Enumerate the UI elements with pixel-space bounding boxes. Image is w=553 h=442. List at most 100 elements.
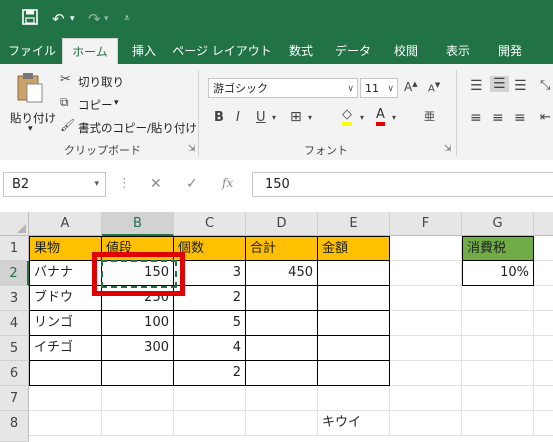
cell-e2[interactable] [318,261,390,286]
tab-home[interactable]: ホーム [62,38,118,65]
cell-c6[interactable]: 2 [174,361,246,386]
borders-icon[interactable]: ⊞ [290,109,302,125]
font-name-dropdown[interactable]: 游ゴシック ∨ [208,78,358,98]
tab-developer[interactable]: 開発 [488,38,532,64]
cell-d1[interactable]: 合計 [246,236,318,261]
column-header-g[interactable]: G [462,212,534,236]
align-left-icon[interactable]: ≡ [470,110,482,126]
cell-f1[interactable] [390,236,462,261]
cell-c4[interactable]: 5 [174,311,246,336]
undo-icon[interactable]: ↶ [52,9,65,29]
fill-color-icon[interactable]: ◇ [342,108,352,126]
cell-e8[interactable]: キウイ [318,411,390,436]
align-top-icon[interactable]: ☰ [470,78,483,94]
cell-d7[interactable] [246,386,318,411]
tab-view[interactable]: 表示 [436,38,480,64]
row-header-2[interactable]: 2 [0,261,29,286]
copy-icon[interactable]: ⧉ [60,95,69,110]
cell-f8[interactable] [390,411,462,436]
cut-button[interactable]: 切り取り [78,74,124,90]
cell-f2[interactable] [390,261,462,286]
cell-e1[interactable]: 金額 [318,236,390,261]
cell-h6[interactable] [534,361,553,386]
cancel-icon[interactable]: ✕ [150,176,162,192]
paste-button-label[interactable]: 貼り付け [10,110,56,126]
cell-f5[interactable] [390,336,462,361]
format-painter-icon[interactable]: 🖌 [60,118,75,132]
copy-dropdown-icon[interactable]: ▾ [114,98,119,108]
cell-e4[interactable] [318,311,390,336]
row-header-8[interactable]: 8 [0,411,29,442]
cell-e7[interactable] [318,386,390,411]
cell-f7[interactable] [390,386,462,411]
clipboard-launcher-icon[interactable]: ⇲ [188,144,196,154]
column-header-e[interactable]: E [318,212,390,236]
cell-f4[interactable] [390,311,462,336]
cut-icon[interactable]: ✂ [60,72,71,87]
cell-b4[interactable]: 100 [102,311,174,336]
align-right-icon[interactable]: ≡ [514,110,526,126]
align-center-icon[interactable]: ≡ [492,110,504,126]
cell-a4[interactable]: リンゴ [29,311,102,336]
underline-dropdown-icon[interactable]: ▾ [272,113,276,122]
copy-button[interactable]: コピー [78,97,113,113]
cell-f6[interactable] [390,361,462,386]
cell-h1[interactable] [534,236,553,261]
tab-insert[interactable]: 挿入 [122,38,166,64]
row-header-1[interactable]: 1 [0,236,29,261]
bold-icon[interactable]: B [214,110,224,125]
select-all-button[interactable] [0,212,29,236]
column-header-b[interactable]: B [102,212,174,236]
tab-review[interactable]: 校閲 [384,38,428,64]
cell-b8[interactable] [102,411,174,436]
tab-file[interactable]: ファイル [2,38,62,64]
cell-d4[interactable] [246,311,318,336]
cell-g1[interactable]: 消費税 [462,236,534,261]
fill-color-dropdown-icon[interactable]: ▾ [360,113,364,122]
column-header-f[interactable]: F [390,212,462,236]
cell-e5[interactable] [318,336,390,361]
cell-h2[interactable] [534,261,553,286]
underline-icon[interactable]: U [256,110,266,125]
enter-icon[interactable]: ✓ [186,176,198,192]
row-header-5[interactable]: 5 [0,336,29,361]
cell-b5[interactable]: 300 [102,336,174,361]
cell-g5[interactable] [462,336,534,361]
row-header-3[interactable]: 3 [0,286,29,311]
cell-d8[interactable] [246,411,318,436]
customize-toolbar-icon[interactable]: ⩡ [124,9,130,29]
cell-a7[interactable] [29,386,102,411]
cell-h7[interactable] [534,386,553,411]
decrease-indent-icon[interactable]: ⇤ [540,110,551,125]
tab-page-layout[interactable]: ページ レイアウト [172,38,272,64]
cell-h3[interactable] [534,286,553,311]
cell-g4[interactable] [462,311,534,336]
redo-icon[interactable]: ↷ [88,9,101,29]
font-color-icon[interactable]: A [376,108,385,126]
font-color-dropdown-icon[interactable]: ▾ [392,113,396,122]
column-header-h[interactable] [534,212,553,236]
italic-icon[interactable]: I [236,110,240,125]
cell-d5[interactable] [246,336,318,361]
align-bottom-icon[interactable]: ☰ [514,78,527,94]
row-header-4[interactable]: 4 [0,311,29,336]
column-header-a[interactable]: A [29,212,102,236]
cell-d2[interactable]: 450 [246,261,318,286]
name-box[interactable]: B2 ▾ [3,172,106,197]
cell-g8[interactable] [462,411,534,436]
undo-dropdown-icon[interactable]: ▾ [70,9,75,29]
decrease-font-size-icon[interactable]: A▼ [428,81,440,94]
redo-dropdown-icon[interactable]: ▾ [104,9,109,29]
column-header-c[interactable]: C [174,212,246,236]
cell-b6[interactable] [102,361,174,386]
save-icon[interactable] [22,9,38,30]
row-header-6[interactable]: 6 [0,361,29,386]
cell-f3[interactable] [390,286,462,311]
cell-h8[interactable] [534,411,553,436]
cell-a5[interactable]: イチゴ [29,336,102,361]
cell-h5[interactable] [534,336,553,361]
cell-e6[interactable] [318,361,390,386]
cell-a6[interactable] [29,361,102,386]
paste-dropdown-icon[interactable]: ▾ [28,124,33,134]
row-header-7[interactable]: 7 [0,386,29,411]
